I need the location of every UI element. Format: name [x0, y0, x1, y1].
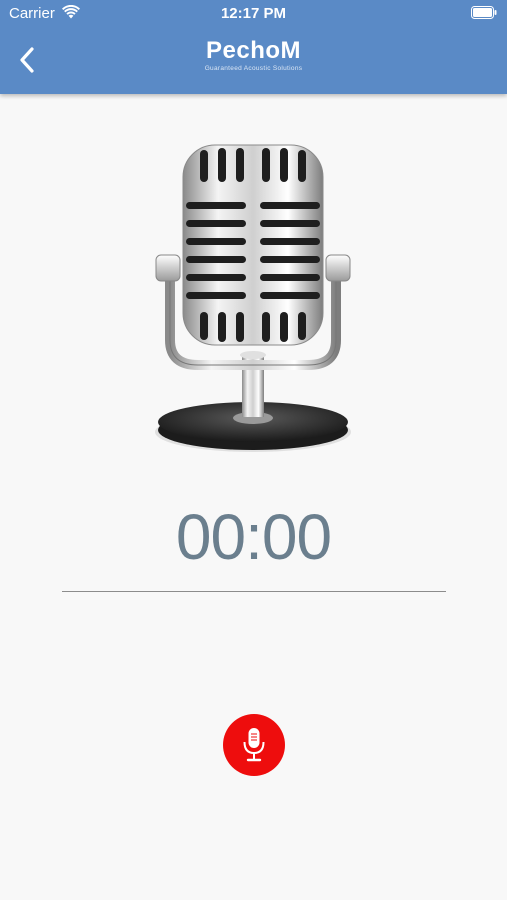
record-button[interactable] [223, 714, 285, 776]
status-time: 12:17 PM [220, 5, 287, 22]
microphone-illustration [155, 144, 351, 452]
logo-text: PechoM [205, 37, 301, 64]
divider [62, 591, 446, 592]
battery-icon [471, 6, 497, 19]
app-logo: PechoM Guaranteed Acoustic Solutions [0, 37, 507, 73]
logo-tagline: Guaranteed Acoustic Solutions [204, 65, 303, 72]
status-bar: Carrier 12:17 PM [0, 0, 507, 28]
navigation-header: Carrier 12:17 PM PechoM Guaranteed Acous… [0, 0, 507, 94]
recording-timer: 00:00 [175, 501, 332, 573]
microphone-icon [243, 728, 265, 762]
